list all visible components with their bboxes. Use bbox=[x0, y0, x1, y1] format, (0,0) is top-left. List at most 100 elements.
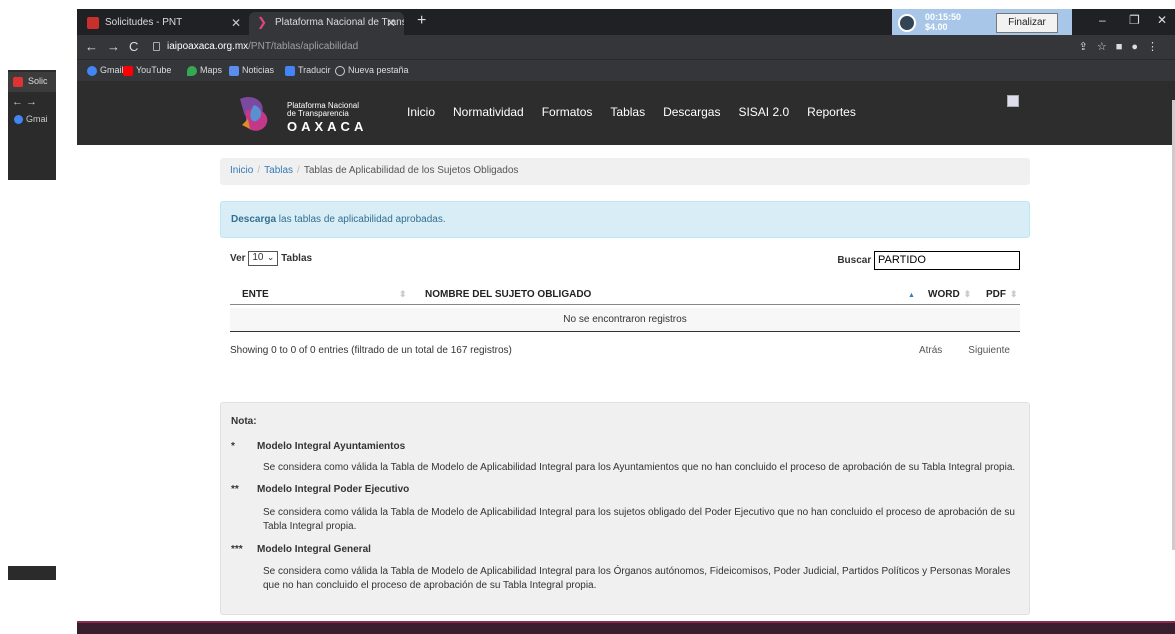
favicon-icon bbox=[13, 77, 23, 87]
page-size-select[interactable]: 10 ⌄ bbox=[248, 251, 279, 266]
table-empty-row: No se encontraron registros bbox=[230, 308, 1020, 332]
next-page-button[interactable]: Siguiente bbox=[968, 345, 1010, 356]
menu-normatividad[interactable]: Normatividad bbox=[453, 105, 524, 119]
close-tab-icon[interactable]: ✕ bbox=[231, 16, 241, 30]
timer-readout: 00:15:50 $4.00 bbox=[925, 12, 961, 32]
column-nombre[interactable]: NOMBRE DEL SUJETO OBLIGADO bbox=[425, 289, 591, 300]
toolbar-icons[interactable]: ⇪☆■●⋮ bbox=[1079, 40, 1167, 53]
sort-asc-icon: ▲ bbox=[908, 292, 915, 299]
nota-text: Se considera como válida la Tabla de Mod… bbox=[263, 462, 1016, 473]
column-pdf[interactable]: PDF ⬍ bbox=[986, 289, 1018, 300]
nota-heading-text: Modelo Integral Ayuntamientos bbox=[257, 441, 406, 452]
nota-stars: *** bbox=[231, 544, 243, 555]
bookmark-traducir[interactable]: Traducir bbox=[285, 65, 331, 76]
pagination: Atrás Siguiente bbox=[893, 345, 1010, 356]
pnt-favicon-icon bbox=[87, 17, 99, 29]
star-icon[interactable]: ☆ bbox=[1097, 41, 1116, 53]
bookmark-nueva-pestana[interactable]: Nueva pestaña bbox=[335, 65, 409, 76]
nota-text: Se considera como válida la Tabla de Mod… bbox=[263, 507, 1015, 532]
table-info: Showing 0 to 0 of 0 entries (filtrado de… bbox=[230, 345, 512, 356]
search-label: Buscar bbox=[837, 255, 872, 267]
google-icon bbox=[14, 115, 23, 125]
nota-heading: * Modelo Integral Ayuntamientos bbox=[231, 441, 405, 452]
menu-formatos[interactable]: Formatos bbox=[542, 105, 593, 119]
column-ente[interactable]: ENTE bbox=[242, 289, 269, 300]
bookmark-label: Nueva pestaña bbox=[348, 65, 409, 75]
breadcrumb-tablas[interactable]: Tablas bbox=[264, 165, 293, 176]
info-bold: Descarga bbox=[231, 214, 277, 225]
logo-subtitle: Plataforma Nacional de Transparencia bbox=[287, 102, 359, 118]
menu-inicio[interactable]: Inicio bbox=[407, 105, 435, 119]
column-label: NOMBRE DEL SUJETO OBLIGADO bbox=[425, 289, 592, 300]
column-label: ENTE bbox=[242, 289, 269, 300]
translate-icon bbox=[285, 66, 295, 76]
menu-tablas[interactable]: Tablas bbox=[610, 105, 645, 119]
nota-stars: ** bbox=[231, 484, 239, 495]
site-logo[interactable]: Plataforma Nacional de Transparencia OAXA… bbox=[232, 85, 387, 139]
bookmark-label: Noticias bbox=[242, 65, 275, 75]
breadcrumb-inicio[interactable]: Inicio bbox=[230, 165, 253, 176]
close-tab-icon[interactable]: ✕ bbox=[386, 16, 396, 30]
background-tab[interactable]: Solic bbox=[8, 72, 56, 92]
share-icon[interactable]: ⇪ bbox=[1079, 41, 1097, 53]
close-window-button[interactable]: ✕ bbox=[1157, 13, 1167, 27]
background-nav-arrows-icon: ← → bbox=[12, 96, 38, 108]
nota-stars: * bbox=[231, 441, 235, 452]
timer-time: 00:15:50 bbox=[925, 12, 962, 22]
background-bookmark[interactable]: Gmai bbox=[14, 114, 54, 125]
session-timer: 00:15:50 $4.00 Finalizar bbox=[892, 9, 1072, 37]
restore-button[interactable]: ❐ bbox=[1129, 13, 1140, 27]
clock-icon bbox=[898, 14, 916, 32]
new-tab-button[interactable]: + bbox=[417, 12, 426, 30]
menu-reportes[interactable]: Reportes bbox=[807, 105, 856, 119]
background-bookmark-label: Gmai bbox=[26, 114, 48, 124]
bookmark-label: Maps bbox=[200, 65, 223, 75]
sidepanel-icon[interactable]: ■ bbox=[1116, 41, 1132, 53]
lock-icon bbox=[153, 42, 160, 51]
column-word[interactable]: WORD ⬍ bbox=[928, 289, 971, 300]
tab-solicitudes[interactable]: Solicitudes - PNT ✕ bbox=[79, 12, 249, 35]
nota-title: Nota: bbox=[231, 416, 257, 427]
finalizar-button[interactable]: Finalizar bbox=[996, 13, 1058, 33]
page-content: Inicio / Tablas / Tablas de Aplicabilidad de… bbox=[77, 145, 1175, 625]
reload-icon[interactable]: C bbox=[129, 39, 138, 54]
prev-page-button[interactable]: Atrás bbox=[919, 345, 942, 356]
broken-image-icon bbox=[1007, 95, 1019, 107]
youtube-icon bbox=[123, 66, 133, 76]
globe-icon bbox=[335, 66, 345, 76]
bookmark-gmail[interactable]: Gmail bbox=[87, 65, 124, 76]
breadcrumb-current: Tablas de Aplicabilidad de los Sujetos O… bbox=[303, 165, 519, 176]
bookmark-noticias[interactable]: Noticias bbox=[229, 65, 275, 76]
menu-descargas[interactable]: Descargas bbox=[663, 105, 720, 119]
bookmark-maps[interactable]: Maps bbox=[187, 65, 223, 76]
logo-line-2: de Transparencia bbox=[287, 109, 349, 118]
sort-icon: ⬍ bbox=[1010, 289, 1018, 299]
back-icon[interactable]: ← bbox=[85, 39, 98, 54]
search-input[interactable]: PARTIDO bbox=[874, 251, 1020, 270]
column-label: PDF bbox=[986, 289, 1006, 300]
google-icon bbox=[87, 66, 97, 76]
search-group: Buscar PARTIDO bbox=[837, 251, 1020, 270]
menu-sisai[interactable]: SISAI 2.0 bbox=[738, 105, 789, 119]
site-footer bbox=[77, 621, 1175, 634]
table-controls: Ver 10 ⌄ Tablas Buscar PARTIDO bbox=[230, 251, 1020, 273]
bookmark-youtube[interactable]: YouTube bbox=[123, 65, 171, 76]
minimize-button[interactable]: – bbox=[1099, 13, 1106, 27]
tab-plataforma[interactable]: ❯ Plataforma Nacional de Transpar ✕ bbox=[249, 12, 404, 35]
logo-state: OAXACA bbox=[287, 119, 368, 134]
nota-panel: Nota: * Modelo Integral Ayuntamientos Se … bbox=[220, 402, 1030, 615]
background-taskbar-fragment bbox=[8, 566, 56, 580]
url-host: iaipoaxaca.org.mx bbox=[167, 41, 249, 52]
more-icon[interactable]: ⋮ bbox=[1147, 41, 1167, 53]
info-alert: Descarga las tablas de aplicabilidad apr… bbox=[220, 201, 1030, 238]
forward-icon[interactable]: → bbox=[107, 39, 120, 54]
tab-label: Solicitudes - PNT bbox=[105, 17, 183, 28]
breadcrumb-separator: / bbox=[257, 165, 261, 176]
url-field[interactable]: iaipoaxaca.org.mx/PNT/tablas/aplicabilid… bbox=[149, 38, 1049, 56]
page-size-value: 10 bbox=[252, 252, 264, 263]
maps-icon bbox=[187, 66, 197, 76]
info-text: las tablas de aplicabilidad aprobadas. bbox=[276, 214, 446, 225]
timer-cost: $4.00 bbox=[925, 22, 948, 32]
chevron-down-icon: ⌄ bbox=[266, 252, 275, 262]
profile-icon[interactable]: ● bbox=[1131, 41, 1147, 53]
